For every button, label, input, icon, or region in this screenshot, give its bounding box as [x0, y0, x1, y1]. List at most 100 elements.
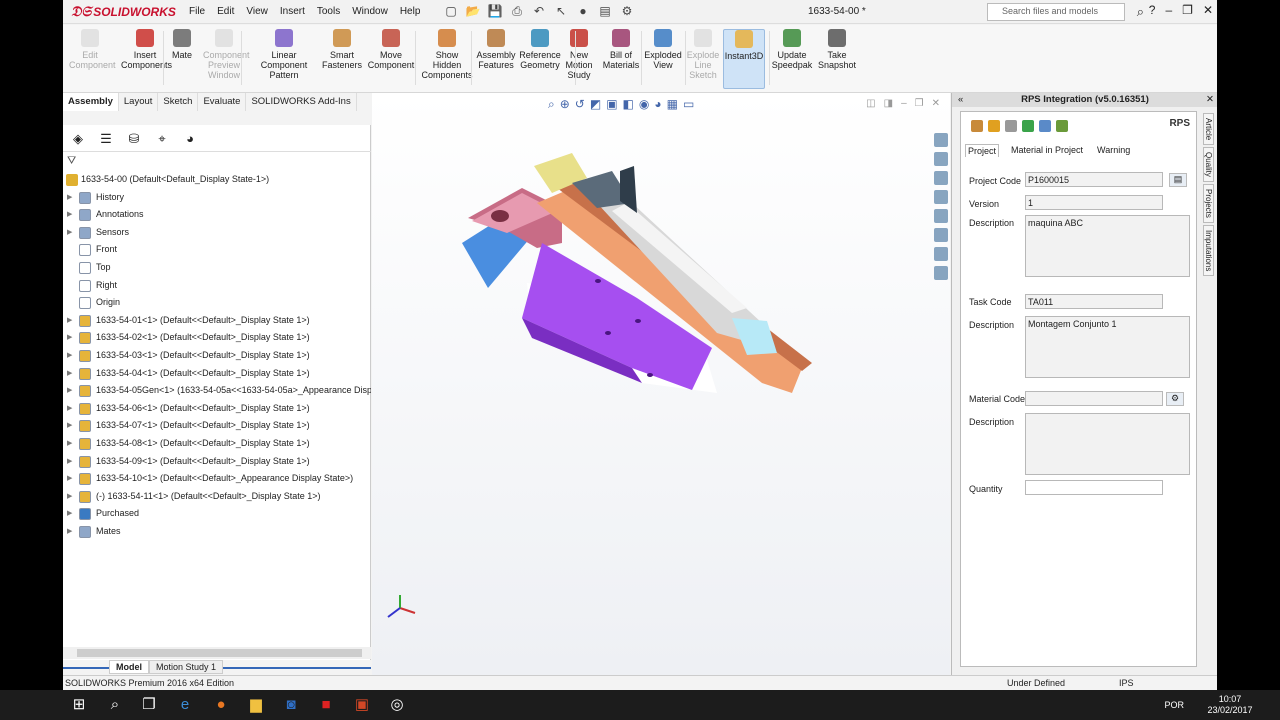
app-icon[interactable]: ◎: [388, 696, 406, 714]
clock[interactable]: 10:07 23/02/2017: [1200, 694, 1260, 716]
ribbon-button-exploded-view[interactable]: Exploded View: [643, 29, 683, 70]
expand-icon[interactable]: ▶: [67, 347, 72, 364]
tree-item[interactable]: ▶ 1633-54-03<1> (Default<<Default>_Displa…: [63, 347, 371, 365]
expand-icon[interactable]: ▶: [67, 189, 72, 206]
tree-item[interactable]: ▶ Purchased: [63, 505, 371, 523]
ribbon-button-update-speedpak[interactable]: Update Speedpak: [771, 29, 813, 70]
file-explorer-icon[interactable]: ▆: [247, 696, 265, 714]
powerpoint-icon[interactable]: ▣: [353, 696, 371, 714]
ribbon-button-show-hidden-components[interactable]: Show Hidden Components: [421, 29, 473, 80]
tab-sketch[interactable]: Sketch: [158, 93, 199, 111]
filter-icon[interactable]: ⛛: [67, 155, 76, 168]
restore-button[interactable]: ❐: [1182, 3, 1193, 17]
tree-item[interactable]: Origin: [63, 294, 371, 312]
tree-item[interactable]: ▶ 1633-54-08<1> (Default<<Default>_Displa…: [63, 435, 371, 453]
task-code-field[interactable]: TA011: [1025, 294, 1163, 309]
tree-item[interactable]: Front: [63, 241, 371, 259]
tree-item[interactable]: Right: [63, 277, 371, 295]
feature-tree-icon[interactable]: ◈: [69, 131, 87, 149]
expand-icon[interactable]: ▶: [67, 382, 72, 399]
design-library-icon[interactable]: [934, 171, 948, 185]
ribbon-button-linear-component-pattern[interactable]: Linear Component Pattern: [248, 29, 320, 80]
home-icon[interactable]: [934, 133, 948, 147]
expand-icon[interactable]: ▶: [67, 505, 72, 522]
expand-icon[interactable]: ▶: [67, 400, 72, 417]
file-properties-icon[interactable]: ▤: [597, 4, 613, 20]
tree-item[interactable]: ▶ 1633-54-04<1> (Default<<Default>_Displa…: [63, 365, 371, 383]
tab-evaluate[interactable]: Evaluate: [198, 93, 247, 111]
tab-model[interactable]: Model: [109, 660, 149, 674]
material-description-field[interactable]: [1025, 413, 1190, 475]
tree-item[interactable]: Top: [63, 259, 371, 277]
link-icon[interactable]: [1056, 120, 1068, 132]
minimize-button[interactable]: ‒: [1165, 3, 1172, 17]
ribbon-button-reference-geometry[interactable]: Reference Geometry: [517, 29, 563, 70]
tab-assembly[interactable]: Assembly: [63, 93, 119, 111]
folder-icon[interactable]: [988, 120, 1000, 132]
expand-icon[interactable]: ▶: [67, 206, 72, 223]
expand-icon[interactable]: ▶: [67, 488, 72, 505]
pin-icon[interactable]: ✕: [1206, 93, 1214, 107]
tree-item[interactable]: ▶ 1633-54-09<1> (Default<<Default>_Displa…: [63, 453, 371, 471]
rps-tab-project[interactable]: Project: [965, 144, 1000, 157]
rps-side-tab-imputations[interactable]: Imputations: [1203, 225, 1214, 277]
windows-start-icon[interactable]: ⊞: [70, 696, 88, 714]
undo-icon[interactable]: ↶: [531, 4, 547, 20]
ribbon-button-mate[interactable]: Mate: [171, 29, 193, 60]
expand-icon[interactable]: ▶: [67, 523, 72, 540]
tree-item[interactable]: ▶ 1633-54-06<1> (Default<<Default>_Displa…: [63, 400, 371, 418]
tree-item[interactable]: ▶ Mates: [63, 523, 371, 541]
language-indicator[interactable]: POR: [1164, 700, 1184, 711]
custom-properties-icon[interactable]: [934, 228, 948, 242]
menu-window[interactable]: Window: [352, 6, 388, 17]
ribbon-button-instant3d[interactable]: Instant3D: [723, 29, 765, 89]
project-code-field[interactable]: P1600015: [1025, 172, 1163, 187]
tab-motion-study-1[interactable]: Motion Study 1: [149, 660, 224, 674]
tab-solidworks-add-ins[interactable]: SOLIDWORKS Add-Ins: [246, 93, 357, 111]
close-button[interactable]: ✕: [1203, 3, 1213, 17]
expand-icon[interactable]: ▶: [67, 453, 72, 470]
ribbon-button-assembly-features[interactable]: Assembly Features: [476, 29, 516, 70]
expand-icon[interactable]: ▶: [67, 365, 72, 382]
tools-icon[interactable]: [971, 120, 983, 132]
rps-integration-icon[interactable]: [934, 247, 948, 261]
property-manager-icon[interactable]: ☰: [97, 131, 115, 149]
options-icon[interactable]: ⚙: [619, 4, 635, 20]
tree-item[interactable]: ▶ Sensors: [63, 224, 371, 242]
new-icon[interactable]: ▢: [443, 4, 459, 20]
configuration-icon[interactable]: ⛁: [125, 131, 143, 149]
expand-icon[interactable]: ▶: [67, 329, 72, 346]
tree-item[interactable]: ▶ 1633-54-02<1> (Default<<Default>_Displa…: [63, 329, 371, 347]
tree-item[interactable]: ▶ History: [63, 189, 371, 207]
units-status[interactable]: IPS: [1119, 678, 1134, 688]
menu-file[interactable]: File: [189, 6, 205, 17]
menu-edit[interactable]: Edit: [217, 6, 234, 17]
file-explorer-icon[interactable]: [934, 190, 948, 204]
search-input[interactable]: Search files and models ⌕: [987, 3, 1144, 21]
list-icon[interactable]: [1005, 120, 1017, 132]
expand-icon[interactable]: ▶: [67, 224, 72, 241]
display-manager-icon[interactable]: ◕: [181, 131, 199, 149]
task-view-icon[interactable]: ❐: [140, 696, 158, 714]
assembly-model[interactable]: [372, 93, 950, 675]
dimxpert-icon[interactable]: ⌖: [153, 131, 171, 149]
rps-side-tab-projects[interactable]: Projects: [1203, 184, 1214, 224]
menu-view[interactable]: View: [246, 6, 268, 17]
rps-tab-warning[interactable]: Warning: [1095, 144, 1132, 157]
search-icon[interactable]: ⌕: [1137, 4, 1144, 20]
rps-side-tab-article[interactable]: Article: [1203, 113, 1214, 146]
version-field[interactable]: 1: [1025, 195, 1163, 210]
tree-item[interactable]: ▶ 1633-54-05Gen<1> (1633-54-05a<<1633-54-…: [63, 382, 371, 400]
material-code-field[interactable]: [1025, 391, 1163, 406]
expand-icon[interactable]: ▶: [67, 417, 72, 434]
ribbon-button-bill-of-materials[interactable]: Bill of Materials: [600, 29, 642, 70]
search-icon[interactable]: ⌕: [106, 696, 124, 714]
appearances-icon[interactable]: [934, 209, 948, 223]
tree-item[interactable]: ▶ 1633-54-01<1> (Default<<Default>_Displa…: [63, 312, 371, 330]
save-icon[interactable]: 💾: [487, 4, 503, 20]
select-icon[interactable]: ↖: [553, 4, 569, 20]
solidworks-taskbar-icon[interactable]: ■: [317, 696, 335, 714]
project-lookup-button[interactable]: ▤: [1169, 173, 1187, 187]
project-description-field[interactable]: maquina ABC: [1025, 215, 1190, 277]
expand-icon[interactable]: ▶: [67, 435, 72, 452]
